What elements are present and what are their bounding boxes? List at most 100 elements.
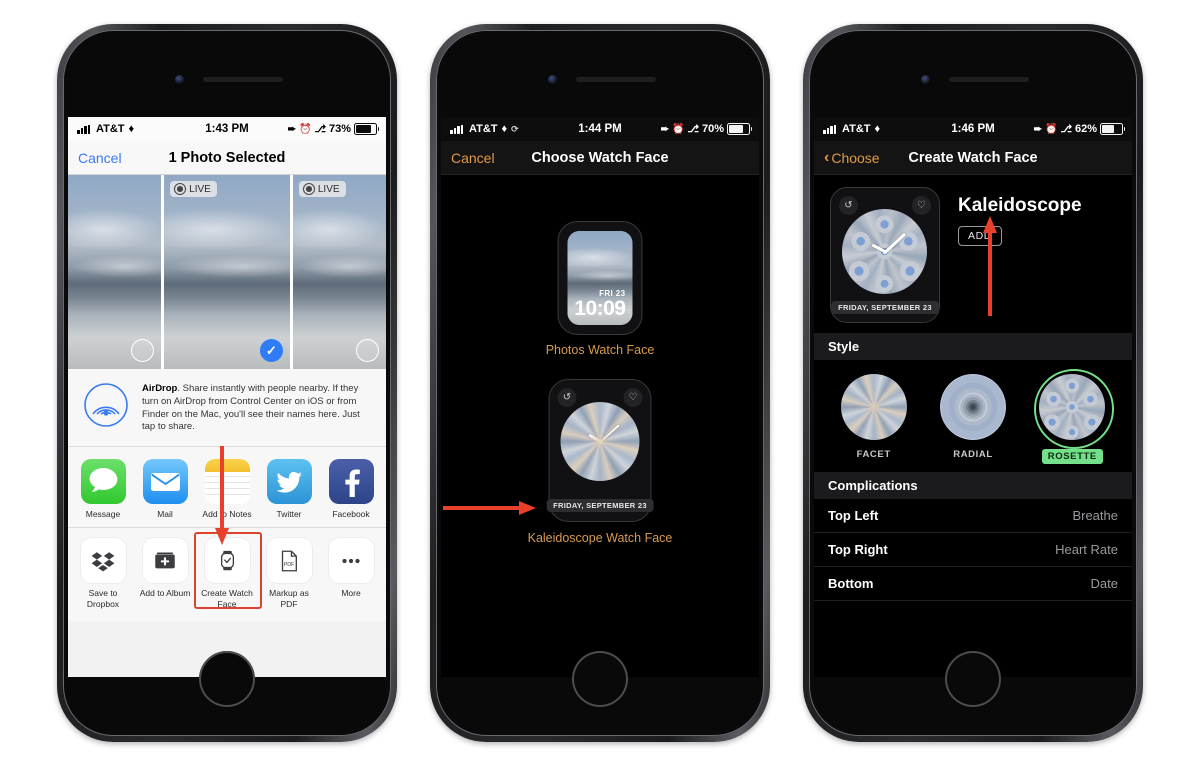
live-dot-icon	[302, 183, 315, 195]
complication-row-bottom[interactable]: Bottom Date	[814, 567, 1132, 601]
app-label: Mail	[157, 509, 173, 520]
breathe-complication-icon: ↺	[557, 388, 577, 407]
iphone-device-2: AT&T ♦ ⟳ 1:44 PM ➨ ⏰ ⎇ 70% Cancel Choose…	[430, 24, 770, 742]
arrow-head	[983, 216, 997, 233]
twitter-icon	[266, 459, 312, 505]
nav-bar-3: ‹ Choose Create Watch Face	[814, 141, 1132, 175]
watch-face-list: FRI 23 10:09 Photos Watch Face ↺ ♡ FRIDA…	[441, 175, 759, 677]
more-icon	[328, 538, 374, 584]
photos-face-clock: FRI 23 10:09	[574, 289, 626, 320]
arrow-shaft	[988, 232, 992, 316]
live-dot-icon	[174, 183, 187, 195]
facebook-icon	[328, 459, 374, 505]
dropbox-icon	[80, 538, 126, 584]
photo-thumb[interactable]	[68, 175, 162, 369]
app-label: Twitter	[276, 509, 302, 520]
iphone-device-3: AT&T ♦ 1:46 PM ➨ ⏰ ⎇ 62% ‹ Choose Create…	[803, 24, 1143, 742]
live-photo-badge: LIVE	[298, 181, 346, 197]
action-label: Markup as PDF	[269, 588, 309, 609]
home-button[interactable]	[945, 651, 1001, 707]
share-app-message[interactable]: Message	[74, 459, 132, 519]
watch-face-label-kaleidoscope: Kaleidoscope Watch Face	[527, 531, 673, 545]
watch-face-title: Kaleidoscope	[958, 195, 1082, 216]
nav-bar-1: Cancel 1 Photo Selected	[68, 141, 386, 175]
cancel-button-1[interactable]: Cancel	[78, 150, 122, 166]
share-app-mail[interactable]: Mail	[136, 459, 194, 519]
photo-thumb[interactable]: LIVE	[292, 175, 386, 369]
live-label: LIVE	[317, 183, 340, 195]
arrow-shaft	[220, 446, 224, 530]
status-time: 1:44 PM	[578, 123, 622, 135]
screen-1: AT&T ♦ 1:43 PM ➨ ⏰ ⎇ 73% Cancel 1 Photo …	[68, 117, 386, 677]
kaleidoscope-dial-rosette	[842, 209, 927, 294]
action-more[interactable]: More	[322, 538, 380, 608]
style-label: RADIAL	[953, 449, 993, 460]
photo-select-toggle[interactable]	[356, 339, 380, 362]
heart-rate-complication-icon: ♡	[912, 196, 931, 215]
share-sheet: LIVE ✓ LIVE AirDrop. Share instantly wit…	[68, 175, 386, 677]
screenshot-canvas: AT&T ♦ 1:43 PM ➨ ⏰ ⎇ 73% Cancel 1 Photo …	[0, 0, 1200, 767]
home-button[interactable]	[572, 651, 628, 707]
heart-rate-complication-icon: ♡	[623, 388, 643, 407]
status-time: 1:46 PM	[951, 123, 995, 135]
face-date-badge: FRIDAY, SEPTEMBER 23	[831, 301, 939, 314]
device-bezel-3: AT&T ♦ 1:46 PM ➨ ⏰ ⎇ 62% ‹ Choose Create…	[814, 35, 1132, 731]
back-button-choose[interactable]: ‹ Choose	[824, 148, 880, 166]
battery-icon	[354, 123, 379, 135]
chevron-left-icon: ‹	[824, 148, 830, 166]
style-option-radial[interactable]: RADIAL	[927, 374, 1019, 464]
watch-face-card-photos[interactable]: FRI 23 10:09	[557, 221, 643, 335]
photo-select-toggle-selected[interactable]: ✓	[259, 339, 283, 362]
complication-row-top-right[interactable]: Top Right Heart Rate	[814, 533, 1132, 567]
airdrop-section[interactable]: AirDrop. Share instantly with people nea…	[68, 369, 386, 448]
share-app-facebook[interactable]: Facebook	[322, 459, 380, 519]
share-app-twitter[interactable]: Twitter	[260, 459, 318, 519]
action-add-album[interactable]: Add to Album	[136, 538, 194, 608]
preview-section: ↺ ♡ FRIDAY, SEPTEMBER 23 Kaleidoscope AD…	[814, 175, 1132, 333]
message-icon	[80, 459, 126, 505]
watch-preview-card: ↺ ♡ FRIDAY, SEPTEMBER 23	[830, 187, 940, 323]
style-option-rosette[interactable]: ROSETTE	[1026, 369, 1118, 464]
style-swatch-radial	[939, 374, 1006, 440]
watch-face-card-kaleidoscope[interactable]: ↺ ♡ FRIDAY, SEPTEMBER 23	[546, 379, 654, 522]
style-option-facet[interactable]: FACET	[828, 374, 920, 464]
photo-thumb[interactable]: LIVE ✓	[164, 175, 290, 369]
complications-section-header: Complications	[814, 472, 1132, 499]
annotation-arrow-up-3	[982, 216, 998, 316]
home-button[interactable]	[199, 651, 255, 707]
annotation-arrow-down-1	[214, 446, 230, 546]
nav-bar-2: Cancel Choose Watch Face	[441, 141, 759, 175]
style-label-selected: ROSETTE	[1041, 449, 1103, 464]
live-label: LIVE	[189, 183, 211, 195]
app-label: Facebook	[332, 509, 370, 520]
style-swatch-facet	[840, 374, 907, 440]
complication-name: Top Right	[828, 542, 888, 557]
action-label: Save to Dropbox	[86, 588, 120, 609]
breathe-complication-icon: ↺	[839, 196, 858, 215]
status-bar-2: AT&T ♦ ⟳ 1:44 PM ➨ ⏰ ⎇ 70%	[441, 117, 759, 141]
complication-name: Bottom	[828, 576, 874, 591]
photo-select-toggle[interactable]	[131, 339, 155, 362]
watch-hand-pivot	[882, 249, 887, 254]
status-bar-1: AT&T ♦ 1:43 PM ➨ ⏰ ⎇ 73%	[68, 117, 386, 141]
action-save-dropbox[interactable]: Save to Dropbox	[74, 538, 132, 609]
battery-icon	[1100, 123, 1125, 135]
airdrop-text: AirDrop. Share instantly with people nea…	[142, 383, 372, 434]
action-markup-pdf[interactable]: PDF Markup as PDF	[260, 538, 318, 609]
style-swatch-rosette	[1039, 374, 1106, 440]
battery-icon	[727, 123, 752, 135]
photos-face-preview: FRI 23 10:09	[567, 231, 633, 325]
style-options: FACET RADIAL ROSETTE	[814, 360, 1132, 472]
cancel-button-2[interactable]: Cancel	[451, 150, 495, 166]
earpiece-speaker	[203, 77, 283, 82]
earpiece-speaker	[576, 77, 656, 82]
face-time: 10:09	[574, 297, 626, 320]
iphone-device-1: AT&T ♦ 1:43 PM ➨ ⏰ ⎇ 73% Cancel 1 Photo …	[57, 24, 397, 742]
annotation-arrow-right-2	[443, 500, 543, 516]
action-create-watch-face[interactable]: Create Watch Face	[194, 532, 262, 610]
front-camera-icon	[921, 75, 930, 84]
arrow-shaft	[443, 506, 521, 510]
create-watch-face-body: ↺ ♡ FRIDAY, SEPTEMBER 23 Kaleidoscope AD…	[814, 175, 1132, 677]
airdrop-icon	[84, 383, 128, 427]
complication-row-top-left[interactable]: Top Left Breathe	[814, 499, 1132, 533]
